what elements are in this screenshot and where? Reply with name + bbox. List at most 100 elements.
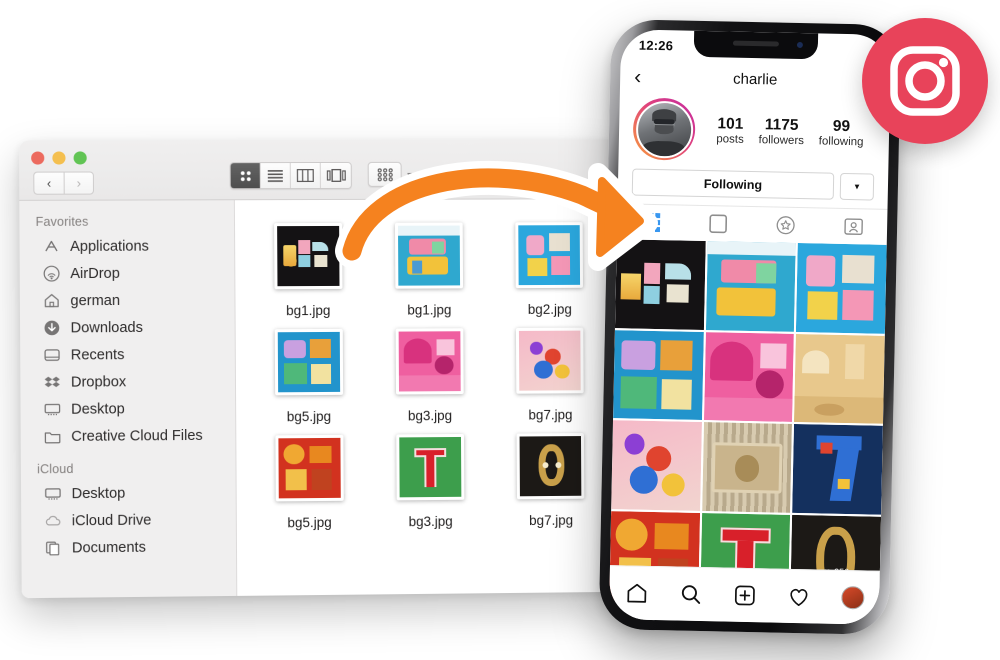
stat-label: posts — [716, 133, 744, 146]
sidebar-item-german[interactable]: german — [20, 286, 235, 314]
file-name: bg1.jpg — [407, 302, 452, 318]
sidebar-item-label: german — [70, 292, 121, 309]
stat-label: following — [818, 135, 864, 149]
profile-tabs — [616, 203, 888, 245]
file-name: bg7.jpg — [529, 512, 574, 529]
nav-search[interactable] — [663, 582, 717, 606]
finder-toolbar: ‹ › ▼ — [18, 139, 620, 201]
nav-home[interactable] — [609, 581, 663, 605]
sidebar-item-icloud-drive[interactable]: iCloud Drive — [21, 506, 236, 535]
finder-body: Favorites Applications AirDrop german Do… — [19, 199, 622, 599]
file-name: bg7.jpg — [528, 407, 573, 423]
arrange-button[interactable] — [367, 161, 402, 187]
nav-add[interactable] — [717, 583, 771, 607]
home-icon — [42, 291, 61, 310]
avatar[interactable] — [632, 97, 696, 161]
grid-photo[interactable] — [701, 422, 793, 513]
tab-grid[interactable] — [617, 212, 685, 233]
sidebar-item-label: Recents — [70, 346, 125, 364]
sidebar-item-airdrop[interactable]: AirDrop — [20, 259, 235, 287]
file-item[interactable]: bg7.jpg — [490, 324, 611, 423]
search-icon — [681, 585, 700, 604]
columns-icon — [296, 169, 314, 182]
instagram-bottom-nav — [608, 565, 880, 625]
file-item[interactable]: bg2.jpg — [489, 219, 610, 317]
file-name: bg5.jpg — [286, 408, 332, 425]
desktop-icon — [43, 484, 62, 503]
sidebar-item-applications[interactable]: Applications — [19, 232, 234, 260]
sidebar-item-label: Dropbox — [70, 373, 127, 391]
file-item[interactable]: bg7.jpg — [490, 430, 611, 529]
gallery-view-button[interactable] — [320, 162, 351, 188]
sidebar-item-desktop[interactable]: Desktop — [20, 395, 235, 424]
list-view-button[interactable] — [260, 163, 291, 189]
sidebar-item-label: iCloud Drive — [71, 512, 152, 529]
file-item[interactable]: bg3.jpg — [369, 325, 490, 424]
applications-icon — [42, 237, 61, 256]
following-button[interactable]: Following — [631, 168, 835, 200]
grid-photo[interactable] — [792, 424, 883, 515]
documents-icon — [44, 538, 63, 557]
grid-photo[interactable] — [613, 329, 704, 421]
file-name: bg5.jpg — [287, 514, 332, 531]
file-thumbnail — [514, 219, 586, 291]
zoom-button[interactable] — [73, 151, 87, 165]
cloud-icon — [43, 511, 62, 530]
profile-stats: 101 posts 1175 followers 99 following — [709, 115, 876, 148]
stat-following[interactable]: 99 following — [819, 117, 864, 148]
file-name: bg2.jpg — [527, 301, 572, 317]
folder-icon — [43, 427, 62, 446]
suggestions-caret-button[interactable]: ▼ — [839, 172, 875, 201]
file-name: bg1.jpg — [286, 302, 331, 319]
grid-photo[interactable] — [796, 242, 887, 334]
file-item[interactable]: bg1.jpg — [247, 220, 369, 319]
forward-button[interactable]: › — [63, 171, 95, 195]
file-item[interactable]: bg3.jpg — [370, 431, 491, 530]
downloads-icon — [42, 318, 61, 337]
back-button[interactable]: ‹ — [33, 171, 64, 195]
file-item[interactable]: bg5.jpg — [248, 326, 370, 425]
stat-posts[interactable]: 101 posts — [716, 115, 744, 145]
sidebar-item-documents[interactable]: Documents — [21, 533, 236, 562]
column-view-button[interactable] — [290, 162, 321, 189]
file-thumbnail — [515, 430, 587, 502]
minimize-button[interactable] — [52, 151, 66, 165]
frame-icon — [709, 214, 728, 234]
sidebar-item-recents[interactable]: Recents — [20, 340, 235, 368]
file-item[interactable]: bg5.jpg — [248, 432, 370, 531]
sidebar-section-header-icloud: iCloud — [37, 461, 74, 477]
sidebar-item-label: AirDrop — [70, 265, 120, 282]
grid-icon — [641, 212, 661, 233]
nav-activity[interactable] — [771, 585, 825, 609]
file-name: bg3.jpg — [408, 513, 453, 530]
plus-square-icon — [734, 585, 755, 606]
grid-icon — [239, 170, 250, 181]
file-item[interactable]: bg1.jpg — [368, 219, 489, 318]
sidebar-item-dropbox[interactable]: Dropbox — [20, 368, 235, 396]
grid-photo[interactable] — [703, 331, 795, 423]
sidebar-item-creative-cloud-files[interactable]: Creative Cloud Files — [21, 422, 236, 451]
desktop-icon — [43, 400, 62, 419]
sidebar-item-label: Downloads — [70, 319, 143, 336]
grid-photo[interactable] — [614, 239, 706, 330]
star-icon — [776, 216, 795, 235]
close-button[interactable] — [31, 151, 45, 165]
sidebar-item-downloads[interactable]: Downloads — [20, 313, 235, 341]
sidebar-item-icloud-desktop[interactable]: Desktop — [21, 479, 236, 508]
tagged-person-icon — [844, 218, 863, 235]
icon-view-button[interactable] — [230, 163, 261, 189]
sidebar-item-label: Creative Cloud Files — [71, 427, 203, 445]
phone-screen: 12:26 ‹ charlie 101 posts 1175 followers… — [608, 29, 892, 625]
earpiece-speaker-icon — [732, 40, 779, 47]
tab-guides[interactable] — [752, 215, 820, 235]
nav-profile[interactable] — [825, 585, 879, 610]
grid-photo[interactable] — [794, 333, 885, 425]
recents-icon — [42, 345, 61, 364]
stat-followers[interactable]: 1175 followers — [758, 116, 804, 147]
tab-reels[interactable] — [684, 214, 752, 234]
stat-label: followers — [758, 134, 805, 147]
grid-photo[interactable] — [611, 420, 702, 512]
view-mode-segmented-control — [229, 161, 352, 190]
tab-tagged[interactable] — [819, 216, 887, 236]
grid-photo[interactable] — [705, 241, 797, 332]
